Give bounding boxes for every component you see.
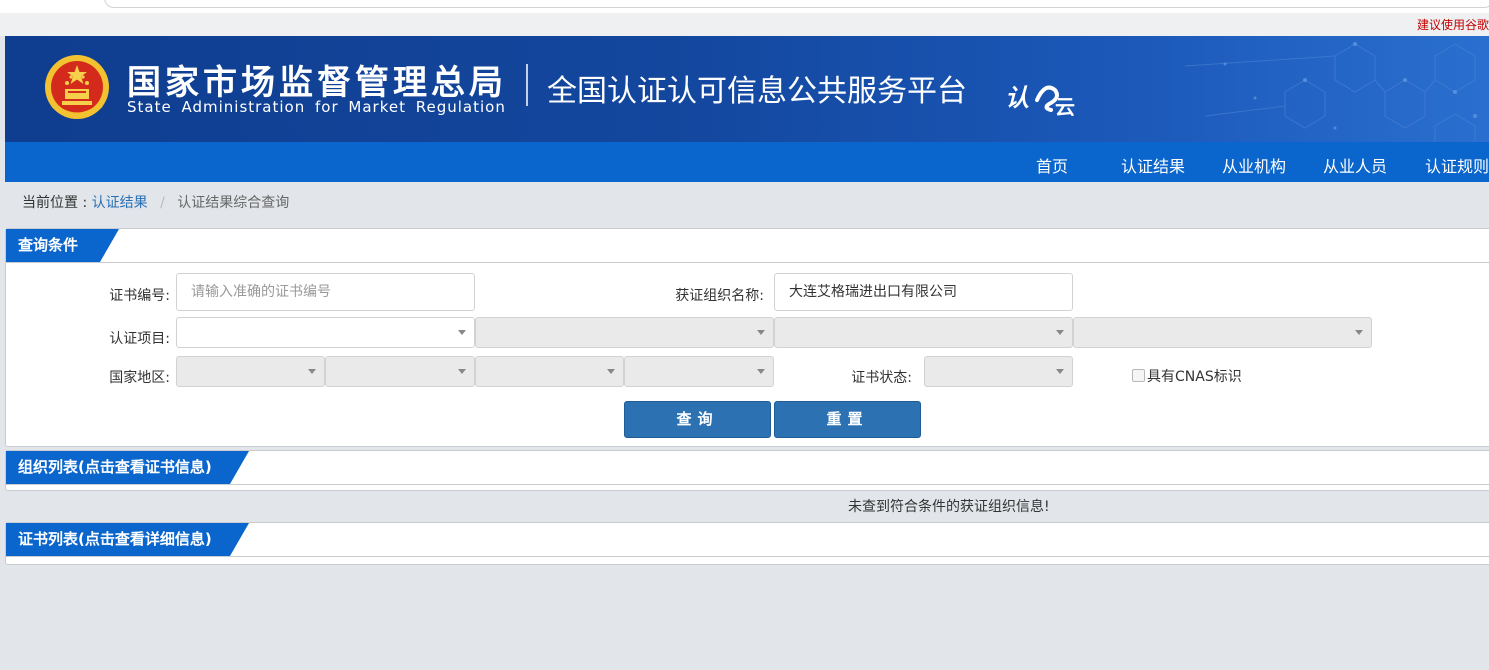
cert-no-input[interactable] [176,273,475,311]
nav-home[interactable]: 首页 [1036,153,1068,177]
org-list-title: 组织列表(点击查看证书信息) [6,451,249,484]
region-select-2[interactable] [325,356,475,387]
main-nav: 首页 认证结果 从业机构 从业人员 认证规则 [5,142,1489,182]
region-select-1[interactable] [176,356,325,387]
cnas-option[interactable]: 具有CNAS标识 [1132,366,1252,386]
status-select[interactable] [924,356,1073,387]
project-select-1[interactable] [176,317,475,348]
cert-list-header: 证书列表(点击查看详细信息) [6,523,1489,557]
nav-cert-rules[interactable]: 认证规则 [1425,153,1489,177]
browser-notice: 建议使用谷歌 [1416,18,1489,32]
region-select-4[interactable] [624,356,774,387]
cnas-label: 具有CNAS标识 [1147,369,1242,385]
reset-button[interactable]: 重置 [774,401,921,438]
breadcrumb: 当前位置 : 认证结果 / 认证结果综合查询 [22,192,289,212]
project-label: 认证项目: [109,331,170,347]
nav-institutions[interactable]: 从业机构 [1222,153,1286,177]
region-label: 国家地区: [109,370,170,386]
chevron-down-icon [458,330,466,335]
breadcrumb-current: 认证结果综合查询 [177,195,290,211]
chevron-down-icon [308,369,316,374]
cert-list-title: 证书列表(点击查看详细信息) [6,523,249,556]
chevron-down-icon [757,369,765,374]
cloud-logo-icon: 认 云 [1005,84,1075,116]
org-name-label: 获证组织名称: [675,288,764,304]
banner-divider [526,64,528,106]
org-list-header: 组织列表(点击查看证书信息) [6,451,1489,485]
query-panel-header: 查询条件 [6,229,1489,263]
chevron-down-icon [1056,369,1064,374]
project-select-4[interactable] [1073,317,1372,348]
cnas-checkbox[interactable] [1132,369,1145,382]
site-banner: 国家市场监督管理总局 State Administration for Mark… [5,36,1489,142]
chevron-down-icon [1355,330,1363,335]
svg-text:认: 认 [1005,84,1029,112]
breadcrumb-separator: / [160,195,165,211]
org-name-input[interactable]: 大连艾格瑞进出口有限公司 [774,273,1073,311]
chevron-down-icon [757,330,765,335]
notice-bar: 建议使用谷歌 [0,13,1489,36]
org-list-empty-message: 未查到符合条件的获证组织信息! [848,499,1050,515]
nav-practitioners[interactable]: 从业人员 [1323,153,1387,177]
national-emblem-icon [45,55,109,119]
agency-name-en: State Administration for Market Regulati… [127,98,506,116]
breadcrumb-prefix: 当前位置 : [22,195,88,211]
chevron-down-icon [607,369,615,374]
cert-no-label: 证书编号: [109,288,170,304]
browser-top-strip [0,0,1489,13]
platform-title: 全国认证认可信息公共服务平台 [547,74,967,109]
nav-cert-results[interactable]: 认证结果 [1121,153,1185,177]
query-panel: 查询条件 证书编号: 获证组织名称: 大连艾格瑞进出口有限公司 认证项目: 国家… [5,228,1489,447]
project-select-2[interactable] [475,317,774,348]
region-select-3[interactable] [475,356,624,387]
breadcrumb-link[interactable]: 认证结果 [92,195,148,211]
project-select-3[interactable] [774,317,1073,348]
search-button[interactable]: 查询 [624,401,771,438]
agency-name-cn: 国家市场监督管理总局 [127,63,507,103]
org-list-panel: 组织列表(点击查看证书信息) [5,450,1489,491]
chevron-down-icon [458,369,466,374]
address-bar[interactable] [104,0,1489,8]
cert-list-panel: 证书列表(点击查看详细信息) [5,522,1489,565]
svg-text:云: 云 [1055,95,1075,116]
status-label: 证书状态: [851,370,912,386]
query-panel-title: 查询条件 [6,229,119,262]
chevron-down-icon [1056,330,1064,335]
